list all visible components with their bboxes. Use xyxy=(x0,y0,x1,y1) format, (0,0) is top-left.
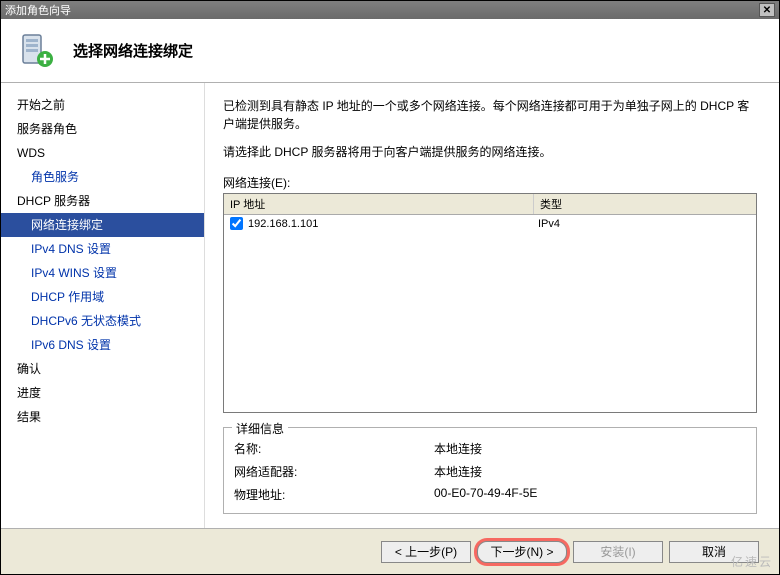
close-icon[interactable]: ✕ xyxy=(759,3,775,17)
previous-button[interactable]: < 上一步(P) xyxy=(381,541,471,563)
next-button[interactable]: 下一步(N) > xyxy=(477,541,567,563)
row-ip: 192.168.1.101 xyxy=(244,218,538,230)
sidebar: 开始之前服务器角色WDS角色服务DHCP 服务器网络连接绑定IPv4 DNS 设… xyxy=(1,83,205,528)
cancel-button[interactable]: 取消 xyxy=(669,541,759,563)
sidebar-item-13[interactable]: 结果 xyxy=(1,405,204,429)
row-type: IPv4 xyxy=(538,218,752,230)
sidebar-item-10[interactable]: IPv6 DNS 设置 xyxy=(1,333,204,357)
details-group: 名称: 本地连接 网络适配器: 本地连接 物理地址: 00-E0-70-49-4… xyxy=(223,427,757,514)
detail-name-label: 名称: xyxy=(234,440,434,457)
detail-mac-value: 00-E0-70-49-4F-5E xyxy=(434,486,537,503)
titlebar: 添加角色向导 ✕ xyxy=(1,1,779,19)
page-title: 选择网络连接绑定 xyxy=(73,40,193,61)
network-connections-list[interactable]: IP 地址 类型 192.168.1.101IPv4 xyxy=(223,193,757,413)
sidebar-item-6[interactable]: IPv4 DNS 设置 xyxy=(1,237,204,261)
sidebar-item-1[interactable]: 服务器角色 xyxy=(1,117,204,141)
sidebar-item-12[interactable]: 进度 xyxy=(1,381,204,405)
description-text: 已检测到具有静态 IP 地址的一个或多个网络连接。每个网络连接都可用于为单独子网… xyxy=(223,97,757,133)
column-ip[interactable]: IP 地址 xyxy=(224,194,534,214)
install-button: 安装(I) xyxy=(573,541,663,563)
detail-adapter-label: 网络适配器: xyxy=(234,463,434,480)
row-checkbox[interactable] xyxy=(230,217,243,230)
wizard-header: 选择网络连接绑定 xyxy=(1,19,779,83)
sidebar-item-4[interactable]: DHCP 服务器 xyxy=(1,189,204,213)
sidebar-item-2[interactable]: WDS xyxy=(1,141,204,165)
sidebar-item-0[interactable]: 开始之前 xyxy=(1,93,204,117)
connections-list-label: 网络连接(E): xyxy=(223,174,757,191)
detail-name-value: 本地连接 xyxy=(434,440,482,457)
sidebar-item-11[interactable]: 确认 xyxy=(1,357,204,381)
table-row[interactable]: 192.168.1.101IPv4 xyxy=(224,215,756,232)
sidebar-item-3[interactable]: 角色服务 xyxy=(1,165,204,189)
sidebar-item-8[interactable]: DHCP 作用域 xyxy=(1,285,204,309)
instruction-text: 请选择此 DHCP 服务器将用于向客户端提供服务的网络连接。 xyxy=(223,143,757,160)
detail-adapter-value: 本地连接 xyxy=(434,463,482,480)
main-panel: 已检测到具有静态 IP 地址的一个或多个网络连接。每个网络连接都可用于为单独子网… xyxy=(205,83,779,528)
wizard-window: 添加角色向导 ✕ 选择网络连接绑定 开始之前服务器角色WDS角色服务DHCP 服… xyxy=(0,0,780,575)
detail-mac-label: 物理地址: xyxy=(234,486,434,503)
sidebar-item-5[interactable]: 网络连接绑定 xyxy=(1,213,204,237)
wizard-footer: < 上一步(P) 下一步(N) > 安装(I) 取消 xyxy=(1,528,779,574)
list-header: IP 地址 类型 xyxy=(224,194,756,215)
server-plus-icon xyxy=(17,31,57,71)
window-title: 添加角色向导 xyxy=(5,2,71,18)
column-type[interactable]: 类型 xyxy=(534,194,756,214)
sidebar-item-7[interactable]: IPv4 WINS 设置 xyxy=(1,261,204,285)
sidebar-item-9[interactable]: DHCPv6 无状态模式 xyxy=(1,309,204,333)
